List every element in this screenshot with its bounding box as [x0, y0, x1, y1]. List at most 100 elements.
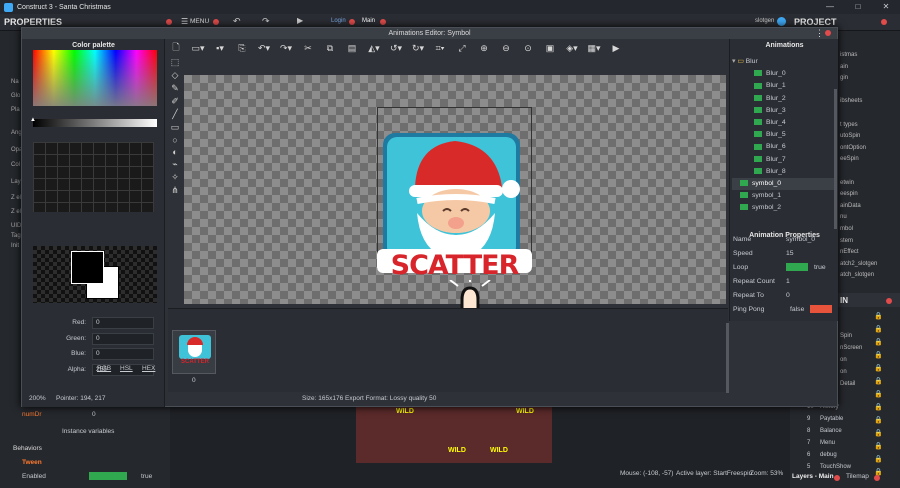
- property-value[interactable]: 15: [786, 250, 794, 257]
- project-item-stub[interactable]: atch_slotgen: [840, 272, 874, 278]
- behaviors-header[interactable]: Behaviors: [13, 445, 42, 452]
- project-item-stub[interactable]: utoSpin: [840, 133, 860, 139]
- pingpong-toggle[interactable]: [810, 305, 833, 313]
- menu-icon[interactable]: ☰: [181, 17, 188, 26]
- origin-tool-icon[interactable]: ✧: [171, 172, 179, 183]
- project-item-stub[interactable]: stem: [840, 238, 853, 244]
- animation-item[interactable]: Blur_1: [732, 80, 837, 92]
- play-icon[interactable]: ▶: [297, 16, 303, 25]
- lock-icon[interactable]: 🔒: [874, 390, 883, 398]
- layers-icon[interactable]: ◈▾: [564, 43, 580, 54]
- redo-icon[interactable]: ↷▾: [278, 43, 294, 54]
- animation-item[interactable]: Blur_2: [732, 93, 837, 105]
- symbol-animation-item[interactable]: symbol_0: [732, 177, 837, 191]
- tween-behavior[interactable]: Tween: [22, 459, 42, 466]
- project-item-stub[interactable]: ibsheets: [840, 98, 862, 104]
- tab-main[interactable]: Main: [362, 18, 375, 24]
- eraser-tool-icon[interactable]: ◇: [172, 70, 179, 81]
- project-item-stub[interactable]: eespin: [840, 191, 858, 197]
- rgb-mode[interactable]: RGB: [97, 365, 111, 372]
- tab-login-close-icon[interactable]: [349, 19, 355, 25]
- hex-mode[interactable]: HEX: [142, 365, 155, 372]
- lock-icon[interactable]: 🔒: [874, 455, 883, 463]
- lock-icon[interactable]: 🔒: [874, 429, 883, 437]
- animation-item[interactable]: Blur_6: [732, 141, 837, 153]
- user-avatar[interactable]: [777, 17, 786, 26]
- layers-panel-title[interactable]: Layers - Main: [792, 473, 834, 480]
- lightness-slider-handle[interactable]: ▲: [30, 117, 36, 123]
- cut-icon[interactable]: ✂: [300, 43, 316, 54]
- frames-scrollbar[interactable]: [726, 323, 729, 393]
- maximize-icon[interactable]: □: [844, 0, 872, 14]
- layer-item-stub[interactable]: Detail: [840, 381, 855, 387]
- color-picker-spectrum[interactable]: [33, 50, 157, 106]
- resize-icon[interactable]: ⤢: [454, 43, 470, 54]
- pencil-tool-icon[interactable]: ✎: [171, 83, 179, 94]
- redo-icon[interactable]: ↷: [262, 16, 270, 27]
- user-name[interactable]: slotgen: [755, 18, 774, 24]
- layer-item-stub[interactable]: on: [840, 357, 847, 363]
- new-file-icon[interactable]: 🗋: [168, 40, 184, 56]
- frame-thumbnail[interactable]: SCATTER: [172, 330, 216, 374]
- layer-name[interactable]: Menu: [820, 440, 835, 446]
- animation-item[interactable]: Blur_3: [732, 105, 837, 117]
- project-item-stub[interactable]: eeSpin: [840, 156, 859, 162]
- project-item-stub[interactable]: ain: [840, 64, 848, 70]
- tab-main-close-icon[interactable]: [380, 19, 386, 25]
- zoom-out-icon[interactable]: ⊖: [498, 43, 514, 54]
- line-tool-icon[interactable]: ╱: [172, 109, 177, 120]
- project-item-stub[interactable]: ainData: [840, 203, 861, 209]
- rotate-left-icon[interactable]: ↺▾: [388, 43, 404, 54]
- color-field-input[interactable]: 0: [92, 317, 154, 329]
- animation-item[interactable]: Blur_8: [732, 166, 837, 178]
- swatch-grid[interactable]: [33, 142, 154, 212]
- fill-tool-icon[interactable]: ◐: [172, 147, 177, 157]
- lock-icon[interactable]: 🔒: [874, 442, 883, 450]
- lock-icon[interactable]: 🔒: [874, 403, 883, 411]
- layer-item-stub[interactable]: nScreen: [840, 345, 862, 351]
- ellipse-tool-icon[interactable]: ○: [172, 135, 177, 145]
- project-close-icon[interactable]: [881, 19, 887, 25]
- lock-icon[interactable]: 🔒: [874, 338, 883, 346]
- tab-login[interactable]: Login: [331, 18, 346, 24]
- undo-icon[interactable]: ↶▾: [256, 43, 272, 54]
- tilemap-tab-close-icon[interactable]: [874, 475, 880, 481]
- animation-item[interactable]: Blur_4: [732, 117, 837, 129]
- symbol-animation-item[interactable]: symbol_2: [732, 202, 837, 214]
- menu-close-icon[interactable]: [213, 19, 219, 25]
- select-tool-icon[interactable]: ⬚: [171, 57, 180, 68]
- grid-icon[interactable]: ▦▾: [586, 43, 602, 54]
- image-points-icon[interactable]: ▣: [542, 43, 558, 54]
- zoom-fit-icon[interactable]: ⊙: [520, 43, 536, 54]
- folder-expand-icon[interactable]: ▾: [732, 58, 735, 65]
- project-item-stub[interactable]: gin: [840, 75, 848, 81]
- zoom-in-icon[interactable]: ⊕: [476, 43, 492, 54]
- paste-icon[interactable]: ▤: [344, 43, 360, 54]
- open-folder-icon[interactable]: ▭▾: [190, 43, 206, 54]
- rotate-right-icon[interactable]: ↻▾: [410, 43, 426, 54]
- export-icon[interactable]: ⎘: [234, 43, 250, 54]
- layer-name[interactable]: Paytable: [820, 416, 843, 422]
- crop-icon[interactable]: ⌗▾: [432, 43, 448, 54]
- lock-icon[interactable]: 🔒: [874, 364, 883, 372]
- copy-icon[interactable]: ⧉: [322, 43, 338, 54]
- color-field-input[interactable]: 0: [92, 332, 154, 345]
- primary-color-swatch[interactable]: [71, 251, 104, 284]
- animation-item[interactable]: Blur_5: [732, 129, 837, 141]
- instance-variables-link[interactable]: Instance variables: [62, 428, 114, 435]
- loop-toggle[interactable]: [786, 263, 808, 271]
- layer-name[interactable]: debug: [820, 452, 837, 458]
- animations-scrollbar[interactable]: [834, 89, 837, 229]
- folder-blur[interactable]: ▾ ▭ Blur: [732, 56, 837, 68]
- layer-item-stub[interactable]: on: [840, 369, 847, 375]
- menu-button[interactable]: MENU: [190, 18, 209, 25]
- close-icon[interactable]: ✕: [872, 0, 900, 14]
- property-value[interactable]: 1: [786, 278, 790, 285]
- lock-icon[interactable]: 🔒: [874, 377, 883, 385]
- project-item-stub[interactable]: istmas: [840, 52, 857, 58]
- hsl-mode[interactable]: HSL: [120, 365, 133, 372]
- project-item-stub[interactable]: nEffect: [840, 249, 859, 255]
- save-icon[interactable]: ▪▾: [212, 43, 228, 54]
- layers-panel-close-icon[interactable]: [886, 298, 892, 304]
- layers-tab-close-icon[interactable]: [834, 475, 840, 481]
